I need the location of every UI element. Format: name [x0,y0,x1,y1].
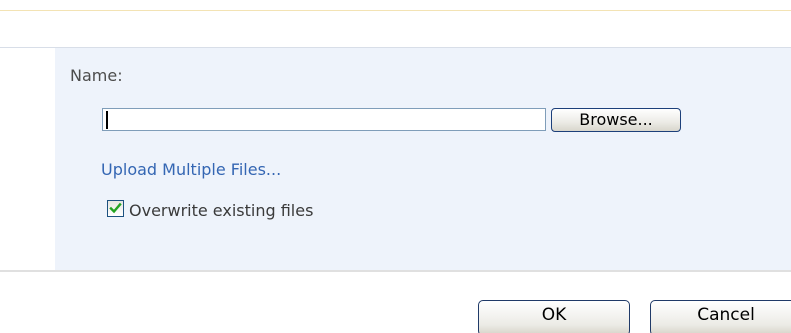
ok-button[interactable]: OK [478,300,630,333]
top-divider [0,10,791,11]
panel-bottom-divider [0,270,791,272]
browse-button[interactable]: Browse... [551,108,681,132]
upload-multiple-files-link[interactable]: Upload Multiple Files... [101,160,281,179]
browse-button-label: Browse... [579,109,653,129]
overwrite-checkbox-label[interactable]: Overwrite existing files [129,201,313,220]
overwrite-checkbox[interactable] [107,200,124,217]
upload-dialog: Name: Browse... Upload Multiple Files...… [0,0,791,333]
file-name-input[interactable] [102,108,546,131]
text-cursor [106,111,108,129]
cancel-button[interactable]: Cancel [650,300,791,333]
name-label: Name: [70,66,123,85]
checkmark-icon [109,202,122,214]
upload-panel [55,48,791,270]
